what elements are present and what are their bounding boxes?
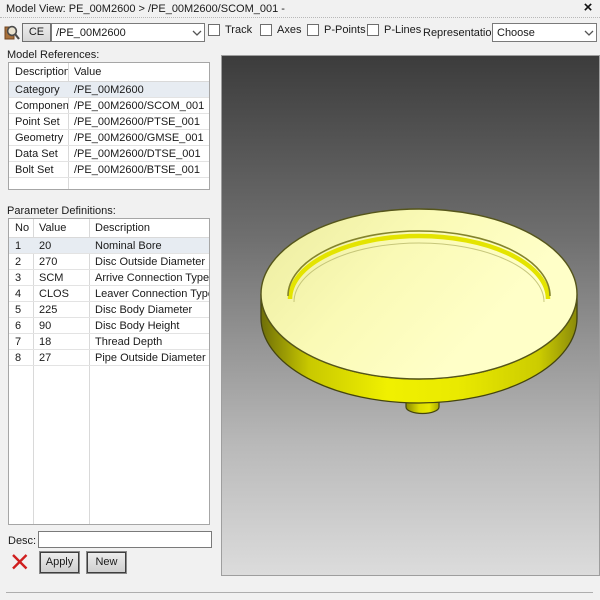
toolbar: CE /PE_00M2600 TrackAxesP-PointsP-Lines …	[0, 19, 600, 49]
checkbox-box[interactable]	[367, 24, 379, 36]
cell-description: Arrive Connection Type	[89, 270, 209, 285]
representation-label: Representation	[423, 27, 498, 39]
checkbox-label: Axes	[277, 24, 301, 36]
disc-3d-model	[222, 56, 599, 575]
representation-combobox[interactable]: Choose	[492, 23, 597, 42]
cell-no: 8	[9, 350, 33, 365]
header-description: Description	[89, 219, 209, 237]
cell-value: 27	[33, 350, 89, 365]
cell-value: 18	[33, 334, 89, 349]
model-viewport[interactable]	[221, 55, 600, 576]
cell-value: SCM	[33, 270, 89, 285]
cell-value: 20	[33, 238, 89, 253]
red-cross-icon[interactable]	[11, 553, 29, 571]
table-row[interactable]: 4CLOSLeaver Connection Type	[9, 286, 209, 302]
cell-value: /PE_00M2600/BTSE_001	[68, 162, 209, 177]
checkbox-box[interactable]	[208, 24, 220, 36]
table-row[interactable]: Component/PE_00M2600/SCOM_001	[9, 98, 209, 114]
table-row[interactable]: Data Set/PE_00M2600/DTSE_001	[9, 146, 209, 162]
table-row[interactable]: 690Disc Body Height	[9, 318, 209, 334]
title-bar: Model View: PE_00M2600 > /PE_00M2600/SCO…	[0, 0, 600, 18]
header-value: Value	[68, 63, 209, 81]
desc-label: Desc:	[8, 535, 36, 547]
cell-no: 1	[9, 238, 33, 253]
cell-no: 7	[9, 334, 33, 349]
cell-description: Disc Body Diameter	[89, 302, 209, 317]
table-row[interactable]: 3SCMArrive Connection Type	[9, 270, 209, 286]
checkbox-label: Track	[225, 24, 252, 36]
table-row[interactable]: 5225Disc Body Diameter	[9, 302, 209, 318]
checkbox-p-points[interactable]: P-Points	[307, 24, 366, 36]
cell-value: CLOS	[33, 286, 89, 301]
checkbox-axes[interactable]: Axes	[260, 24, 301, 36]
cell-value: 225	[33, 302, 89, 317]
cell-description: Data Set	[9, 146, 68, 161]
table-row[interactable]: Geometry/PE_00M2600/GMSE_001	[9, 130, 209, 146]
cell-description: Thread Depth	[89, 334, 209, 349]
table-header: No Value Description	[9, 219, 209, 238]
chevron-down-icon	[582, 30, 596, 36]
new-button[interactable]: New	[87, 552, 126, 573]
table-row[interactable]: Bolt Set/PE_00M2600/BTSE_001	[9, 162, 209, 178]
model-references-table: Description Value Category/PE_00M2600Com…	[8, 62, 210, 190]
cell-value: 90	[33, 318, 89, 333]
table-row[interactable]: 718Thread Depth	[9, 334, 209, 350]
table-row[interactable]: Category/PE_00M2600	[9, 82, 209, 98]
table-header: Description Value	[9, 63, 209, 82]
cell-no: 4	[9, 286, 33, 301]
table-row[interactable]: 2270Disc Outside Diameter	[9, 254, 209, 270]
magnifier-icon[interactable]	[3, 24, 21, 42]
cell-no: 6	[9, 318, 33, 333]
cell-description: Category	[9, 82, 68, 97]
header-value: Value	[33, 219, 89, 237]
cell-no: 5	[9, 302, 33, 317]
cell-value: /PE_00M2600	[68, 82, 209, 97]
window-title: Model View: PE_00M2600 > /PE_00M2600/SCO…	[6, 3, 285, 15]
cell-description: Point Set	[9, 114, 68, 129]
header-no: No	[9, 219, 33, 237]
representation-combobox-value: Choose	[493, 27, 582, 39]
bottom-separator	[6, 592, 593, 593]
cell-value: /PE_00M2600/PTSE_001	[68, 114, 209, 129]
cell-no: 3	[9, 270, 33, 285]
checkbox-label: P-Lines	[384, 24, 421, 36]
cell-description: Disc Body Height	[89, 318, 209, 333]
cell-value: /PE_00M2600/SCOM_001	[68, 98, 209, 113]
parameter-definitions-table: No Value Description 120Nominal Bore2270…	[8, 218, 210, 525]
checkbox-box[interactable]	[260, 24, 272, 36]
cell-description: Bolt Set	[9, 162, 68, 177]
cell-description: Pipe Outside Diameter	[89, 350, 209, 365]
cell-description: Disc Outside Diameter	[89, 254, 209, 269]
chevron-down-icon	[190, 30, 204, 36]
cell-value: 270	[33, 254, 89, 269]
checkbox-label: P-Points	[324, 24, 366, 36]
cell-description: Component	[9, 98, 68, 113]
cell-value: /PE_00M2600/DTSE_001	[68, 146, 209, 161]
model-combobox-value: /PE_00M2600	[52, 27, 190, 39]
table-row[interactable]: Point Set/PE_00M2600/PTSE_001	[9, 114, 209, 130]
model-combobox[interactable]: /PE_00M2600	[51, 23, 205, 42]
ce-button[interactable]: CE	[22, 23, 51, 42]
table-row[interactable]: 120Nominal Bore	[9, 238, 209, 254]
close-icon[interactable]: ×	[581, 0, 595, 16]
cell-no: 2	[9, 254, 33, 269]
cell-description: Nominal Bore	[89, 238, 209, 253]
table-row[interactable]: 827Pipe Outside Diameter	[9, 350, 209, 366]
parameter-definitions-label: Parameter Definitions:	[7, 205, 116, 217]
parameter-definitions-rows: 120Nominal Bore2270Disc Outside Diameter…	[9, 238, 209, 366]
desc-input[interactable]	[38, 531, 212, 548]
cell-description: Geometry	[9, 130, 68, 145]
header-description: Description	[9, 63, 68, 81]
checkbox-p-lines[interactable]: P-Lines	[367, 24, 421, 36]
apply-button[interactable]: Apply	[40, 552, 79, 573]
cell-description: Leaver Connection Type	[89, 286, 209, 301]
cell-value: /PE_00M2600/GMSE_001	[68, 130, 209, 145]
checkbox-track[interactable]: Track	[208, 24, 252, 36]
model-references-label: Model References:	[7, 49, 99, 61]
model-references-rows: Category/PE_00M2600Component/PE_00M2600/…	[9, 82, 209, 178]
checkbox-box[interactable]	[307, 24, 319, 36]
